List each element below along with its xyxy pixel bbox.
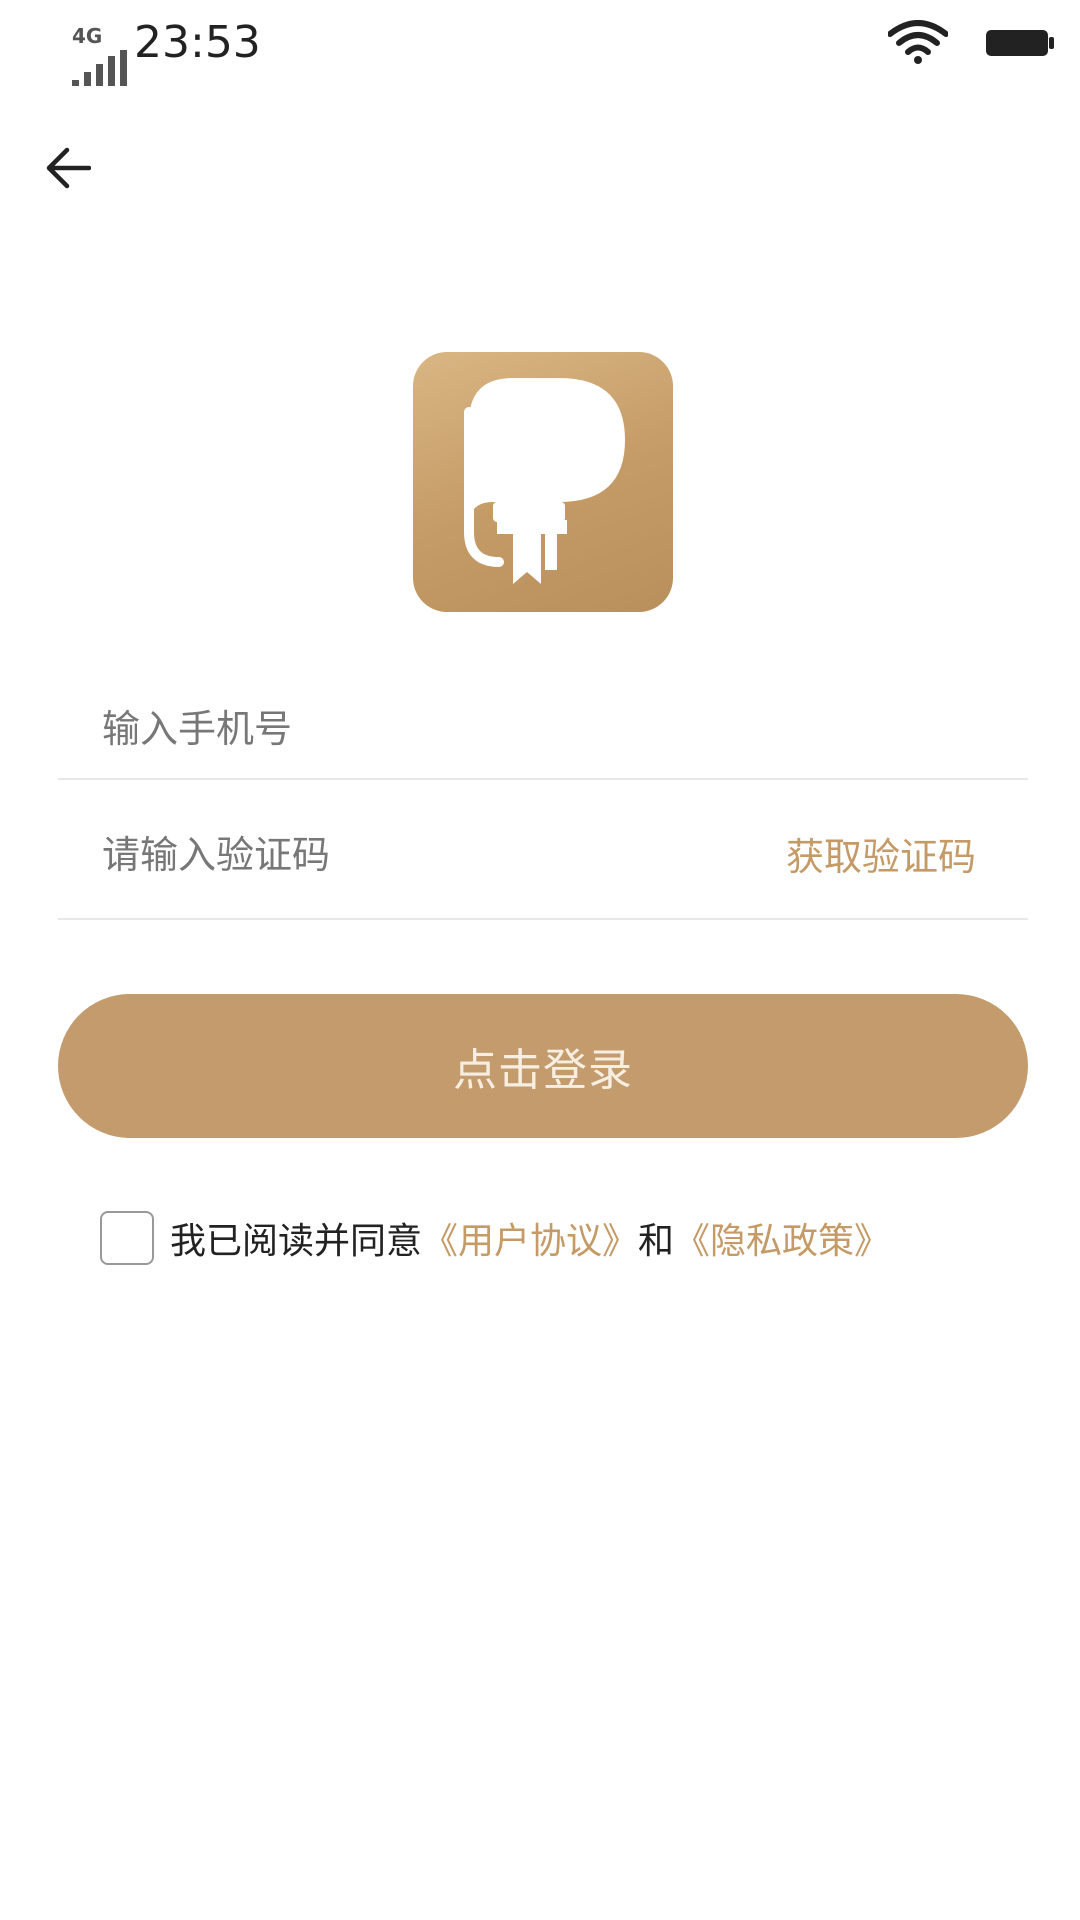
verification-code-field: 获取验证码 bbox=[58, 792, 1028, 920]
phone-field bbox=[58, 686, 1028, 780]
signal-bars-icon bbox=[72, 50, 127, 86]
login-button[interactable]: 点击登录 bbox=[58, 994, 1028, 1138]
get-code-button[interactable]: 获取验证码 bbox=[786, 828, 976, 886]
app-logo bbox=[413, 352, 673, 612]
arrow-left-icon bbox=[46, 147, 91, 189]
phone-input[interactable] bbox=[102, 700, 962, 758]
battery-icon bbox=[986, 30, 1054, 56]
privacy-policy-link[interactable]: 《隐私政策》 bbox=[674, 1212, 890, 1264]
status-time: 23:53 bbox=[134, 17, 261, 68]
book-bookmark-logo bbox=[464, 378, 625, 584]
agreement-checkbox[interactable] bbox=[100, 1211, 154, 1265]
network-type: 4G bbox=[72, 24, 103, 48]
signal-icon: 4G bbox=[36, 14, 127, 86]
back-button[interactable] bbox=[30, 130, 106, 206]
agreement-row: 我已阅读并同意 《用户协议》 和 《隐私政策》 bbox=[100, 1208, 890, 1268]
user-agreement-link[interactable]: 《用户协议》 bbox=[422, 1212, 638, 1264]
status-bar: 4G 23:53 bbox=[0, 0, 1080, 90]
agreement-conjunction: 和 bbox=[638, 1221, 675, 1262]
verification-code-input[interactable] bbox=[102, 826, 702, 884]
wifi-icon bbox=[888, 20, 948, 64]
agreement-prefix: 我已阅读并同意 bbox=[170, 1221, 423, 1262]
